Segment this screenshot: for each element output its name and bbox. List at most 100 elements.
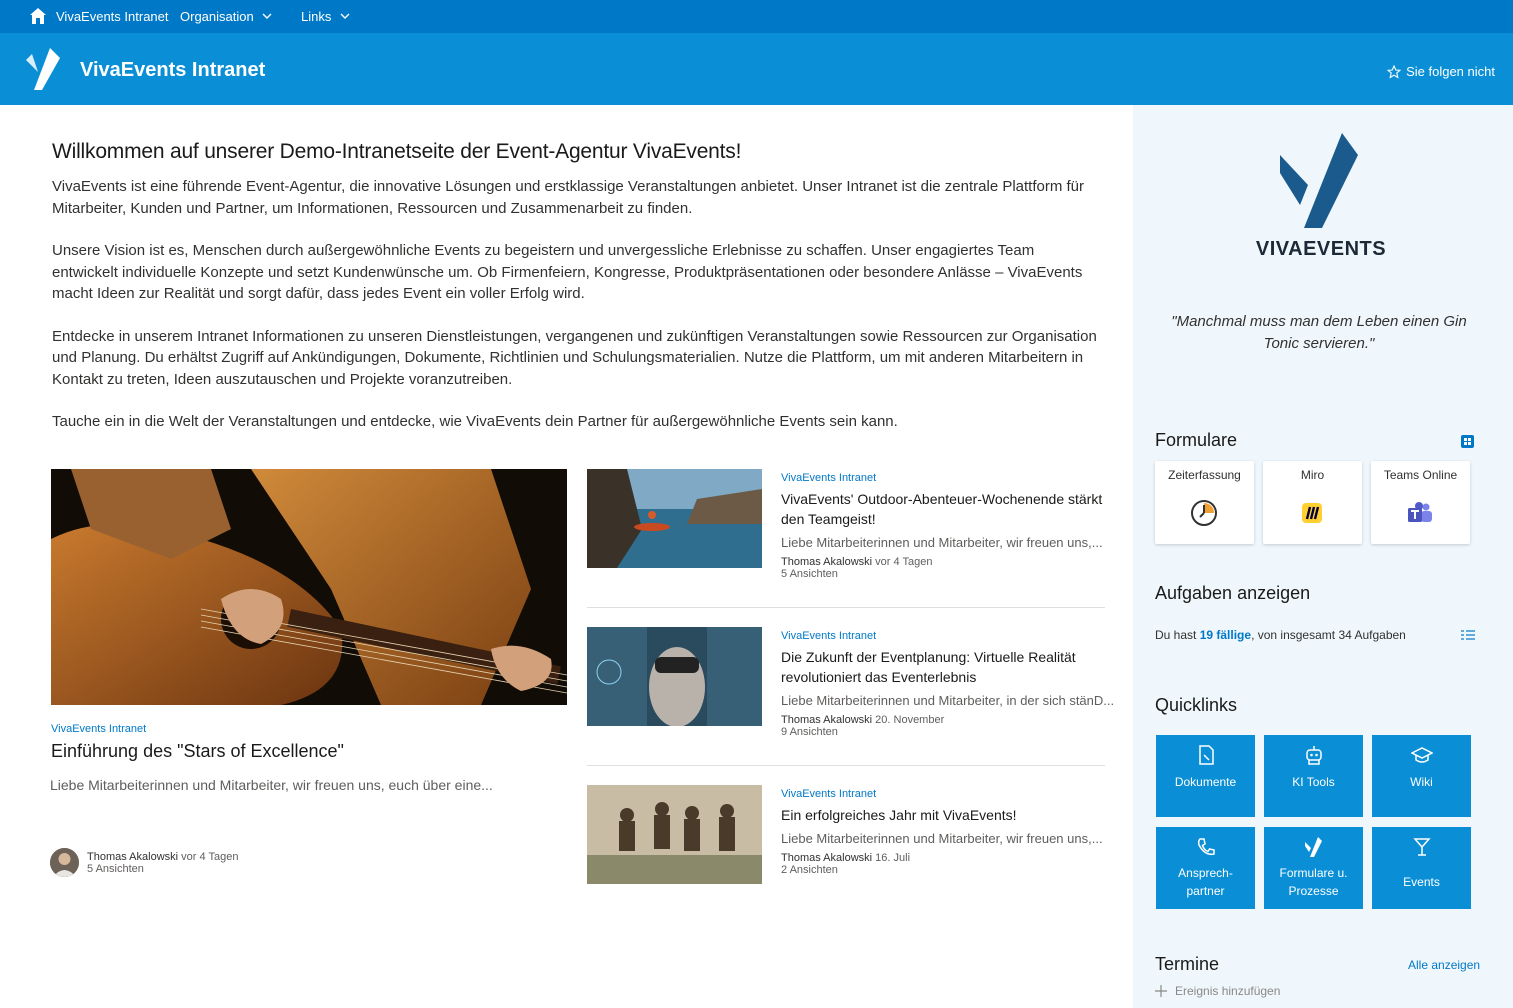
- form-card-teams-online[interactable]: Teams Online: [1371, 461, 1470, 544]
- view-count: 5 Ansichten: [781, 568, 838, 580]
- view-count: 2 Ansichten: [781, 864, 838, 876]
- follow-button[interactable]: Sie folgen nicht: [1387, 64, 1495, 79]
- show-all-link[interactable]: Alle anzeigen: [1408, 958, 1480, 972]
- hero-news-author: Thomas Akalowski vor 4 Tagen 5 Ansichten: [50, 848, 238, 877]
- divider: [587, 607, 1105, 608]
- chevron-down-icon[interactable]: [261, 11, 273, 21]
- task-list-icon[interactable]: [1461, 629, 1475, 641]
- avatar[interactable]: [50, 848, 79, 877]
- view-count: 5 Ansichten: [87, 862, 144, 875]
- news-title[interactable]: VivaEvents' Outdoor-Abenteuer-Wochenende…: [781, 489, 1105, 529]
- quote-text: "Manchmal muss man dem Leben einen Gin T…: [1171, 313, 1467, 352]
- news-site-link[interactable]: VivaEvents Intranet: [51, 723, 146, 735]
- quicklink-ansprechpartner[interactable]: Ansprech- partner: [1156, 827, 1255, 909]
- news-thumbnail[interactable]: [587, 785, 762, 884]
- form-card-zeiterfassung[interactable]: Zeiterfassung: [1155, 461, 1254, 544]
- author-name[interactable]: Thomas Akalowski: [87, 851, 178, 863]
- star-icon: [1387, 64, 1402, 79]
- news-description: Liebe Mitarbeiterinnen und Mitarbeiter, …: [781, 535, 1103, 550]
- author-name[interactable]: Thomas Akalowski: [781, 852, 872, 864]
- form-card-label: Miro: [1300, 468, 1325, 482]
- formulare-heading: Formulare: [1155, 430, 1238, 450]
- phone-icon: [1197, 838, 1215, 856]
- quicklink-label: KI Tools: [1292, 775, 1335, 789]
- nav-home-link[interactable]: VivaEvents Intranet: [56, 9, 169, 24]
- tasks-due-count[interactable]: 19 fällige: [1200, 628, 1251, 642]
- robot-icon: [1306, 746, 1322, 765]
- hero-news-description: Liebe Mitarbeiterinnen und Mitarbeiter, …: [50, 777, 493, 793]
- site-header: VivaEvents Intranet Sie folgen nicht: [0, 33, 1513, 105]
- post-time: 20. November: [875, 714, 945, 726]
- quicklink-formulare-prozesse[interactable]: Formulare u. Prozesse: [1264, 827, 1363, 909]
- news-item[interactable]: VivaEvents Intranet Die Zukunft der Even…: [587, 627, 1115, 738]
- quicklink-dokumente[interactable]: Dokumente: [1156, 735, 1255, 817]
- news-title[interactable]: Die Zukunft der Eventplanung: Virtuelle …: [781, 647, 1105, 687]
- quicklink-events[interactable]: Events: [1372, 827, 1471, 909]
- chevron-down-icon[interactable]: [339, 11, 351, 21]
- form-card-miro[interactable]: Miro: [1263, 461, 1362, 544]
- quicklink-ki-tools[interactable]: KI Tools: [1264, 735, 1363, 817]
- welcome-paragraph: Entdecke in unserem Intranet Information…: [52, 327, 1097, 388]
- author-name[interactable]: Thomas Akalowski: [781, 556, 872, 568]
- hero-news-image[interactable]: [51, 469, 567, 705]
- quicklink-label: Wiki: [1410, 775, 1433, 789]
- news-description: Liebe Mitarbeiterinnen und Mitarbeiter, …: [781, 831, 1103, 846]
- tasks-heading[interactable]: Aufgaben anzeigen: [1155, 583, 1310, 604]
- news-title[interactable]: Ein erfolgreiches Jahr mit VivaEvents!: [781, 805, 1105, 825]
- site-logo-icon[interactable]: [24, 46, 62, 92]
- miro-icon: [1302, 503, 1322, 523]
- nav-links[interactable]: Links: [301, 9, 331, 24]
- teams-icon: [1408, 502, 1432, 522]
- post-time: vor 4 Tagen: [181, 850, 239, 863]
- viva-logo-icon: [1305, 837, 1322, 857]
- nav-organisation[interactable]: Organisation: [180, 9, 254, 24]
- news-site-link[interactable]: VivaEvents Intranet: [781, 788, 1105, 800]
- quicklink-label: Formulare u.: [1279, 866, 1348, 880]
- quicklink-label: Prozesse: [1288, 884, 1339, 898]
- site-title[interactable]: VivaEvents Intranet: [80, 59, 265, 82]
- quicklink-wiki[interactable]: Wiki: [1372, 735, 1471, 817]
- divider: [587, 765, 1105, 766]
- home-icon[interactable]: [28, 6, 48, 26]
- quicklink-label: partner: [1186, 884, 1225, 898]
- add-event-label: Ereignis hinzufügen: [1175, 984, 1281, 998]
- news-thumbnail[interactable]: [587, 627, 762, 726]
- news-thumbnail[interactable]: [587, 469, 762, 568]
- document-icon: [1199, 745, 1214, 765]
- author-name[interactable]: Thomas Akalowski: [781, 714, 872, 726]
- news-site-link[interactable]: VivaEvents Intranet: [781, 630, 1105, 642]
- viva-logo: VIVAEVENTS: [1256, 133, 1386, 263]
- news-item[interactable]: VivaEvents Intranet Ein erfolgreiches Ja…: [587, 785, 1105, 885]
- form-card-label: Teams Online: [1383, 468, 1458, 482]
- welcome-paragraph: Unsere Vision ist es, Menschen durch auß…: [52, 242, 1083, 302]
- logo-wordmark: VIVAEVENTS: [1256, 238, 1386, 260]
- suite-navigation: VivaEvents Intranet Organisation Links: [0, 0, 1513, 33]
- cocktail-glass-icon: [1413, 838, 1431, 856]
- quicklinks-heading: Quicklinks: [1155, 695, 1238, 715]
- form-card-label: Zeiterfassung: [1168, 468, 1241, 482]
- news-site-link[interactable]: VivaEvents Intranet: [781, 472, 1105, 484]
- quicklink-label: Ansprech-: [1178, 866, 1233, 880]
- quicklink-label: Events: [1403, 875, 1440, 889]
- view-count: 9 Ansichten: [781, 726, 838, 738]
- tasks-suffix: , von insgesamt 34 Aufgaben: [1251, 628, 1406, 642]
- welcome-paragraph: VivaEvents ist eine führende Event-Agent…: [52, 178, 1085, 217]
- follow-label: Sie folgen nicht: [1406, 64, 1495, 79]
- welcome-section: Willkommen auf unserer Demo-Intranetseit…: [52, 140, 1102, 454]
- welcome-paragraph: Tauche ein in die Welt der Veranstaltung…: [52, 413, 898, 430]
- post-time: vor 4 Tagen: [875, 556, 933, 568]
- quicklink-label: Dokumente: [1174, 775, 1237, 789]
- add-event-button[interactable]: Ereignis hinzufügen: [1155, 984, 1280, 998]
- hero-news-title[interactable]: Einführung des "Stars of Excellence": [51, 741, 344, 762]
- clock-icon: [1191, 500, 1217, 526]
- news-description: Liebe Mitarbeiterinnen und Mitarbeiter, …: [781, 693, 1115, 708]
- graduation-cap-icon: [1411, 747, 1433, 763]
- welcome-title: Willkommen auf unserer Demo-Intranetseit…: [52, 140, 742, 163]
- post-time: 16. Juli: [875, 852, 911, 864]
- tasks-summary: Du hast 19 fällige, von insgesamt 34 Auf…: [1155, 628, 1406, 642]
- plus-icon: [1155, 985, 1167, 997]
- tasks-prefix: Du hast: [1155, 628, 1197, 642]
- news-item[interactable]: VivaEvents Intranet VivaEvents' Outdoor-…: [587, 469, 1105, 580]
- termine-heading: Termine: [1155, 954, 1220, 974]
- apps-icon[interactable]: [1461, 435, 1474, 448]
